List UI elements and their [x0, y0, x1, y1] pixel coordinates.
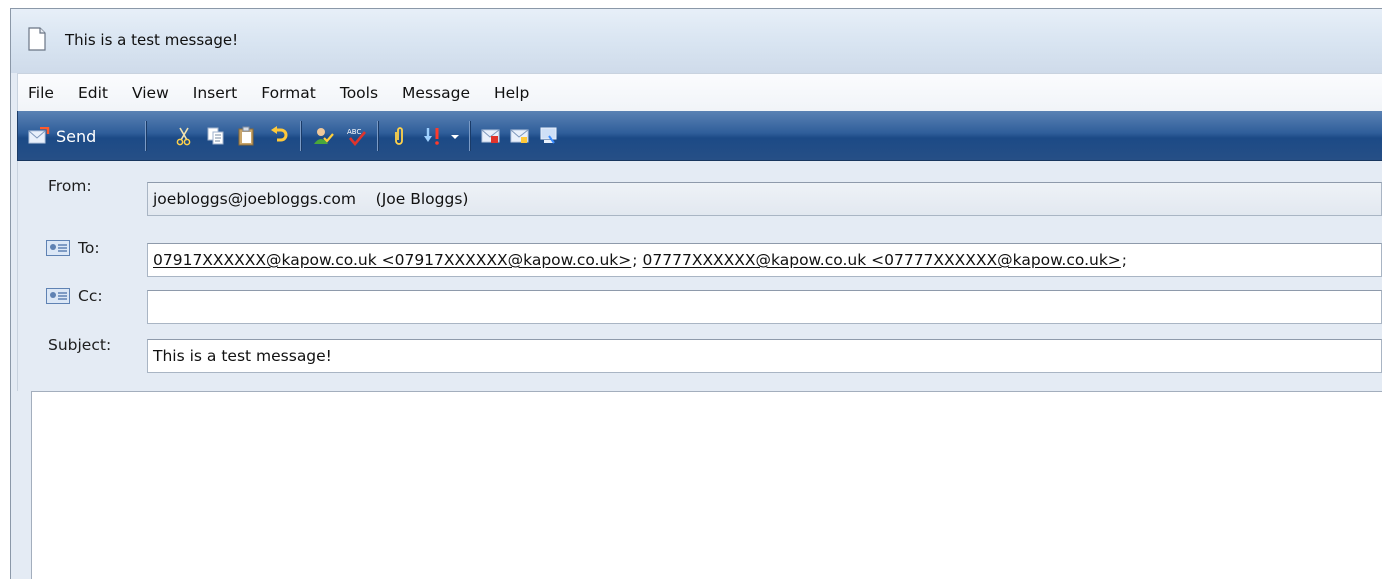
priority-dropdown[interactable] — [450, 125, 460, 147]
cc-field[interactable] — [147, 290, 1382, 324]
menu-help[interactable]: Help — [494, 84, 529, 102]
address-book-icon — [46, 240, 70, 256]
encrypt-button[interactable] — [510, 125, 530, 147]
check-names-button[interactable] — [312, 125, 334, 147]
recipient-separator: ; — [1121, 251, 1128, 269]
toolbar-separator — [377, 121, 379, 151]
sign-icon — [481, 129, 500, 143]
encrypt-icon — [510, 129, 529, 143]
toolbar-separator — [145, 121, 147, 151]
work-offline-icon — [540, 127, 557, 144]
toolbar-separator — [300, 121, 302, 151]
send-button[interactable]: Send — [28, 125, 96, 147]
window-title: This is a test message! — [65, 31, 239, 49]
chevron-down-icon — [451, 135, 459, 139]
compose-window: This is a test message! File Edit View I… — [10, 8, 1382, 579]
undo-icon — [271, 126, 288, 142]
cut-icon — [176, 127, 191, 146]
cut-button[interactable] — [175, 125, 193, 147]
send-label: Send — [56, 126, 97, 146]
address-book-icon — [46, 288, 70, 304]
recipient[interactable]: 07917XXXXXX@kapow.co.uk <07917XXXXXX@kap… — [153, 251, 631, 269]
menu-message[interactable]: Message — [402, 84, 470, 102]
message-body[interactable] — [31, 391, 1382, 579]
send-icon — [28, 127, 50, 144]
from-label: From: — [48, 177, 92, 195]
toolbar-separator — [469, 121, 471, 151]
work-offline-button[interactable] — [539, 125, 559, 147]
cc-button[interactable]: Cc: — [46, 279, 103, 313]
priority-icon — [424, 128, 439, 145]
attach-button[interactable] — [392, 125, 406, 147]
menu-view[interactable]: View — [132, 84, 169, 102]
attach-icon — [395, 127, 403, 145]
to-button[interactable]: To: — [46, 231, 100, 265]
paste-button[interactable] — [237, 125, 255, 147]
spelling-button[interactable]: ABC — [345, 125, 367, 147]
document-icon — [28, 27, 46, 51]
subject-field[interactable]: This is a test message! — [147, 339, 1382, 373]
check-names-icon — [314, 128, 334, 144]
subject-value: This is a test message! — [153, 347, 332, 365]
menu-edit[interactable]: Edit — [78, 84, 108, 102]
menu-tools[interactable]: Tools — [340, 84, 378, 102]
toolbar: Send ABC — [17, 111, 1382, 161]
to-field[interactable]: 07917XXXXXX@kapow.co.uk <07917XXXXXX@kap… — [147, 243, 1382, 277]
menu-file[interactable]: File — [28, 84, 54, 102]
spelling-icon: ABC — [347, 128, 366, 146]
message-header: From: joebloggs@joebloggs.com (Joe Blogg… — [17, 161, 1382, 391]
undo-button[interactable] — [269, 125, 289, 147]
recipient-separator: ; — [632, 251, 638, 269]
copy-icon — [207, 127, 224, 145]
paste-icon — [238, 126, 254, 146]
cc-label: Cc: — [78, 287, 103, 305]
from-field[interactable]: joebloggs@joebloggs.com (Joe Bloggs) — [147, 182, 1382, 216]
menu-format[interactable]: Format — [261, 84, 316, 102]
svg-text:ABC: ABC — [347, 128, 361, 136]
menu-insert[interactable]: Insert — [193, 84, 237, 102]
from-value: joebloggs@joebloggs.com (Joe Bloggs) — [153, 190, 469, 208]
copy-button[interactable] — [206, 125, 226, 147]
recipient[interactable]: 07777XXXXXX@kapow.co.uk <07777XXXXXX@kap… — [643, 251, 1121, 269]
to-label: To: — [78, 239, 100, 257]
subject-label: Subject: — [48, 336, 112, 354]
title-bar: This is a test message! — [11, 9, 1382, 73]
sign-button[interactable] — [481, 125, 501, 147]
menu-bar: File Edit View Insert Format Tools Messa… — [17, 73, 1382, 111]
priority-button[interactable] — [423, 125, 445, 147]
